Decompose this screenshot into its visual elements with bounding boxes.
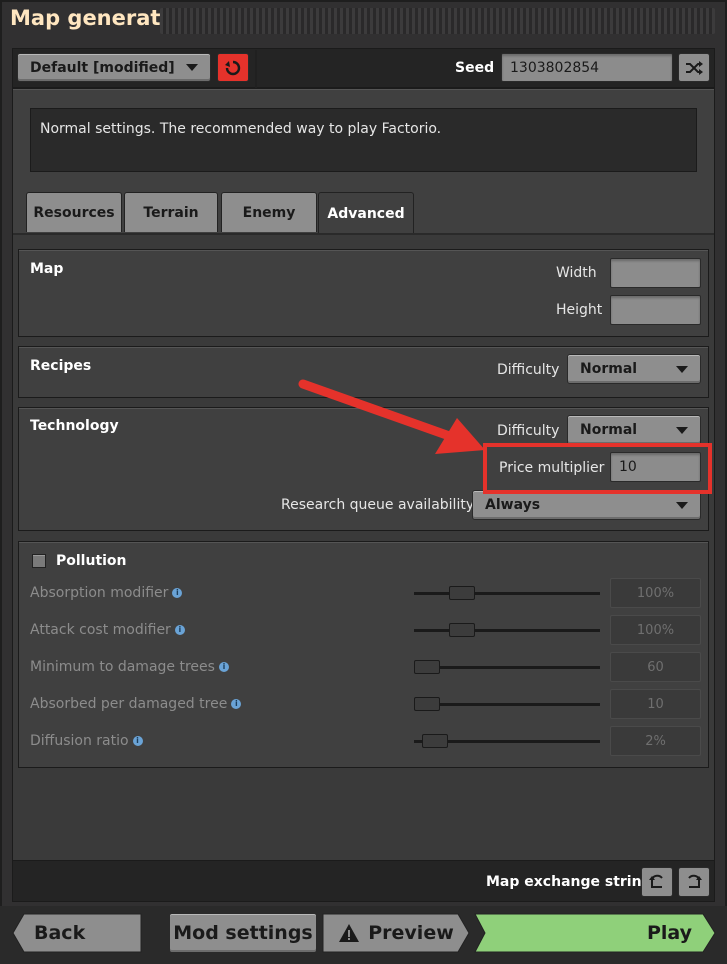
window-title: Map generator bbox=[10, 6, 186, 30]
pollution-row-label: Diffusion ratio i bbox=[30, 733, 143, 749]
import-exchange-string-button[interactable] bbox=[641, 867, 673, 897]
pollution-row-label-text: Attack cost modifier bbox=[30, 622, 171, 638]
import-icon bbox=[649, 874, 663, 888]
pollution-row-label-text: Minimum to damage trees bbox=[30, 659, 215, 675]
info-icon[interactable]: i bbox=[132, 736, 143, 746]
map-section bbox=[18, 249, 709, 337]
title-drag-handle[interactable] bbox=[160, 8, 715, 34]
pollution-row-label: Absorbed per damaged tree i bbox=[30, 696, 242, 712]
technology-difficulty-value: Normal bbox=[580, 422, 638, 438]
chevron-down-icon bbox=[676, 426, 688, 434]
pollution-row-label: Attack cost modifier i bbox=[30, 622, 185, 638]
export-icon bbox=[688, 874, 702, 888]
play-button[interactable]: Play bbox=[474, 913, 716, 953]
research-queue-dropdown[interactable]: Always bbox=[472, 490, 701, 520]
recipes-difficulty-dropdown[interactable]: Normal bbox=[567, 354, 701, 384]
pollution-slider-handle[interactable] bbox=[414, 697, 440, 711]
pollution-checkbox[interactable] bbox=[32, 554, 46, 568]
height-label: Height bbox=[556, 302, 603, 318]
seed-input[interactable]: 1303802854 bbox=[501, 53, 673, 82]
tab-terrain[interactable]: Terrain bbox=[124, 192, 218, 232]
research-queue-label: Research queue availability bbox=[281, 497, 475, 513]
width-label: Width bbox=[556, 265, 597, 281]
annotation-arrow bbox=[298, 379, 485, 454]
recipes-section-header: Recipes bbox=[30, 358, 92, 374]
pollution-slider-handle[interactable] bbox=[414, 660, 440, 674]
pollution-row-label-text: Diffusion ratio bbox=[30, 733, 129, 749]
pollution-value-field: 60 bbox=[610, 652, 701, 682]
chevron-down-icon bbox=[676, 365, 688, 373]
technology-section-header: Technology bbox=[30, 418, 119, 434]
pollution-value-field: 100% bbox=[610, 578, 701, 608]
pollution-slider-handle[interactable] bbox=[449, 623, 476, 637]
top-bar-divider bbox=[255, 50, 257, 88]
preset-value: Default [modified] bbox=[30, 59, 175, 76]
pollution-slider-track[interactable] bbox=[414, 666, 600, 669]
pollution-slider-track[interactable] bbox=[414, 592, 600, 595]
pollution-row-label: Minimum to damage trees i bbox=[30, 659, 229, 675]
research-queue-value: Always bbox=[485, 497, 541, 513]
preset-dropdown[interactable]: Default [modified] bbox=[17, 53, 211, 82]
info-icon[interactable]: i bbox=[172, 588, 183, 598]
back-button[interactable]: Back bbox=[12, 913, 142, 953]
pollution-value-field: 10 bbox=[610, 689, 701, 719]
tab-enemy[interactable]: Enemy bbox=[221, 192, 317, 232]
width-input[interactable] bbox=[610, 258, 701, 288]
height-input[interactable] bbox=[610, 295, 701, 325]
preview-label: Preview bbox=[368, 922, 454, 944]
pollution-slider-handle[interactable] bbox=[422, 734, 448, 748]
pollution-slider-track[interactable] bbox=[414, 703, 600, 706]
chevron-down-icon bbox=[676, 501, 688, 509]
recipes-difficulty-value: Normal bbox=[580, 361, 638, 377]
seed-label: Seed bbox=[455, 60, 495, 76]
info-icon[interactable]: i bbox=[174, 625, 185, 635]
shuffle-icon bbox=[686, 60, 703, 75]
reset-preset-button[interactable] bbox=[217, 53, 249, 82]
randomize-seed-button[interactable] bbox=[678, 53, 710, 82]
recipes-difficulty-label: Difficulty bbox=[497, 362, 560, 378]
tab-advanced[interactable]: Advanced bbox=[318, 192, 414, 234]
pollution-row-label-text: Absorbed per damaged tree bbox=[30, 696, 228, 712]
pollution-section-header: Pollution bbox=[56, 553, 127, 569]
pollution-slider-handle[interactable] bbox=[449, 586, 476, 600]
map-exchange-string-label: Map exchange string bbox=[486, 874, 652, 890]
pollution-value-field: 2% bbox=[610, 726, 701, 756]
preset-description: Normal settings. The recommended way to … bbox=[30, 108, 697, 172]
pollution-slider-track[interactable] bbox=[414, 629, 600, 632]
pollution-value-field: 100% bbox=[610, 615, 701, 645]
export-exchange-string-button[interactable] bbox=[678, 867, 710, 897]
mod-settings-button[interactable]: Mod settings bbox=[169, 913, 317, 953]
reset-icon bbox=[225, 60, 241, 75]
preview-button[interactable]: Preview bbox=[322, 913, 470, 953]
pollution-row-label-text: Absorption modifier bbox=[30, 585, 169, 601]
info-icon[interactable]: i bbox=[218, 662, 229, 672]
chevron-down-icon bbox=[186, 64, 198, 71]
pollution-row-label: Absorption modifier i bbox=[30, 585, 183, 601]
tab-resources[interactable]: Resources bbox=[26, 192, 122, 232]
technology-difficulty-label: Difficulty bbox=[497, 423, 560, 439]
map-section-header: Map bbox=[30, 261, 64, 277]
technology-difficulty-dropdown[interactable]: Normal bbox=[567, 415, 701, 445]
warning-icon bbox=[339, 924, 360, 942]
info-icon[interactable]: i bbox=[231, 699, 242, 709]
annotation-highlight-box bbox=[483, 443, 712, 494]
